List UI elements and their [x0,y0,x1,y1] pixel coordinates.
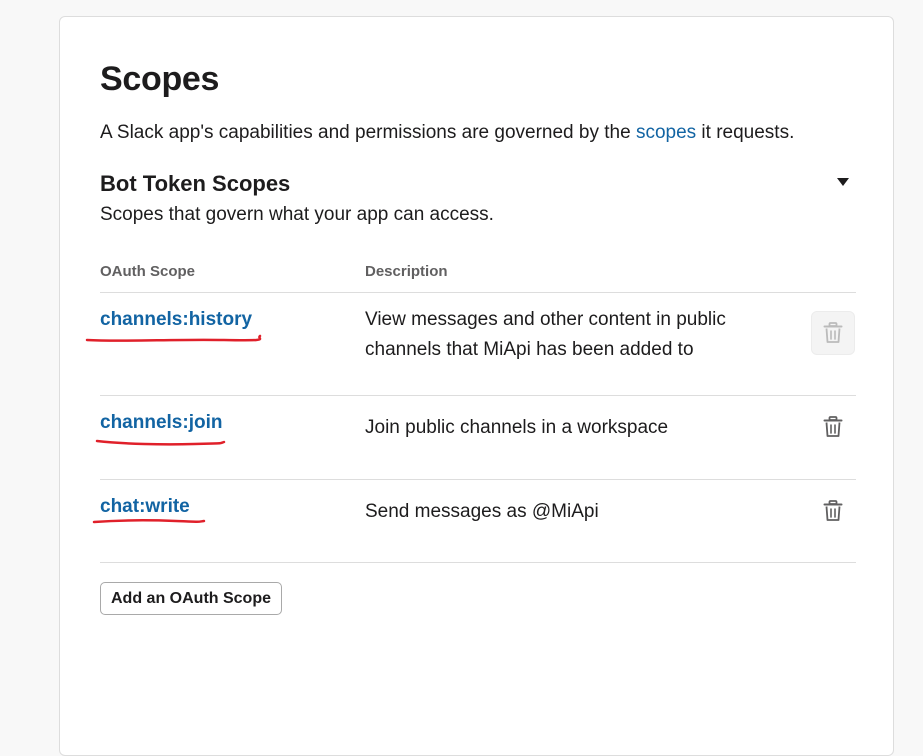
bot-token-scopes-title: Bot Token Scopes [100,171,291,196]
scope-description: Join public channels in a workspace [365,417,669,438]
scope-name-channels-join[interactable]: channels:join [100,411,222,435]
annotation-underline [95,439,226,446]
page-title: Scopes [100,60,220,98]
scope-description: View messages and other content in publi… [365,309,726,360]
table-divider [100,562,856,563]
remove-scope-button[interactable] [811,311,855,355]
remove-scope-button[interactable] [811,405,855,449]
remove-scope-button[interactable] [811,489,855,533]
scope-description: Send messages as @MiApi [365,501,599,522]
scopes-card: Scopes A Slack app's capabilities and pe… [59,16,894,756]
intro-text: A Slack app's capabilities and permissio… [100,122,636,143]
table-divider [100,395,856,396]
bot-token-scopes-subtitle: Scopes that govern what your app can acc… [100,204,494,225]
scope-name-channels-history[interactable]: channels:history [100,308,252,332]
table-divider [100,479,856,480]
annotation-underline [85,334,262,342]
scope-name-chat-write[interactable]: chat:write [100,495,190,519]
description-column-header: Description [365,263,448,280]
trash-icon [823,500,843,521]
trash-icon [823,322,843,343]
oauth-scope-column-header: OAuth Scope [100,263,196,280]
intro-text-end: it requests. [696,122,795,143]
trash-icon [823,416,843,437]
scopes-intro: A Slack app's capabilities and permissio… [100,121,794,145]
scopes-link[interactable]: scopes [636,122,696,143]
add-oauth-scope-button[interactable]: Add an OAuth Scope [100,582,282,615]
table-divider [100,292,856,293]
caret-down-icon[interactable] [836,177,850,187]
